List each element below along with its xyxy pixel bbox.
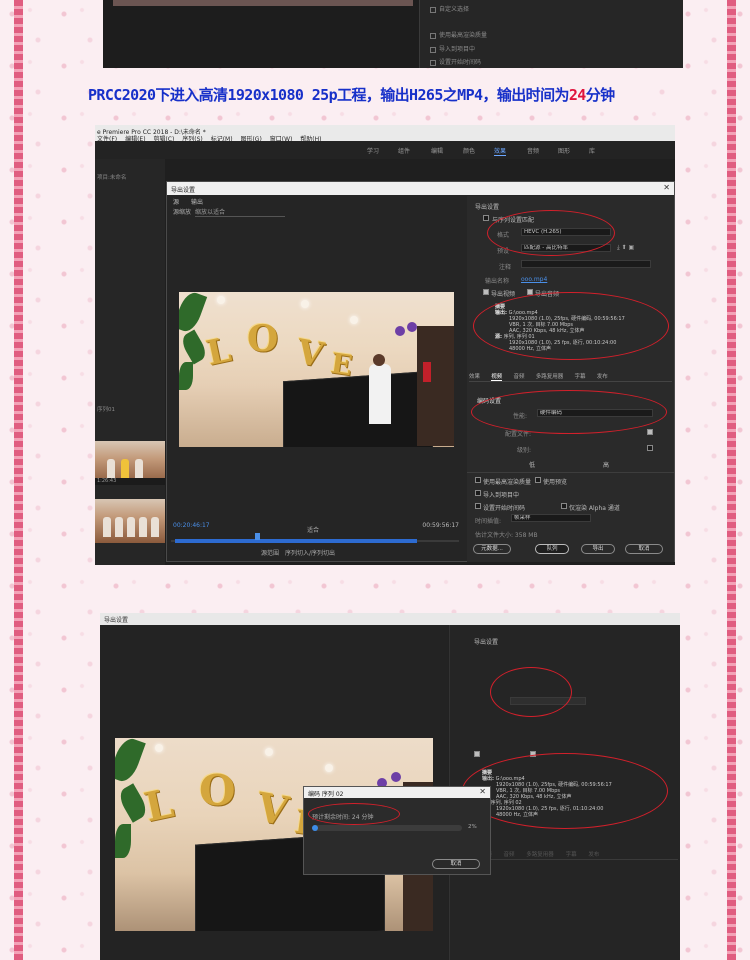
- profile-checkbox[interactable]: [647, 429, 653, 435]
- tab-source[interactable]: 源: [173, 199, 179, 206]
- source-range-select[interactable]: 序列切入/序列切出: [285, 550, 335, 557]
- workspace-editing[interactable]: 编辑: [431, 146, 443, 155]
- output-name-link[interactable]: ooo.mp4: [521, 276, 547, 283]
- workspace-assembly[interactable]: 组件: [398, 146, 410, 155]
- caption-highlight: 24: [568, 86, 586, 104]
- source-scaling: 源缩放 缩放以适合: [173, 207, 286, 217]
- subtab-captions[interactable]: 字幕: [575, 374, 586, 380]
- export-settings-panel: 导出设置 与序列设置匹配 格式 HEVC (H.265) 预设 匹配源 - 高比…: [467, 196, 674, 562]
- quality-low-label: 低: [529, 462, 536, 469]
- comment-field[interactable]: [521, 260, 651, 268]
- workspace-effects[interactable]: 效果: [494, 146, 507, 156]
- subtab-publish[interactable]: 发布: [597, 374, 608, 380]
- export-button[interactable]: 导出: [581, 544, 615, 554]
- metadata-button[interactable]: 元数据...: [473, 544, 511, 554]
- zoom-select[interactable]: 适合: [307, 525, 319, 534]
- time-interpolation-select[interactable]: 帧采样: [511, 514, 591, 522]
- source-range: 源范围 序列切入/序列切出: [261, 550, 336, 557]
- encoding-progress-screenshot: 导出设置 L O V E 导出设置 摘要 输出: G:\ooo.mp4: [100, 613, 680, 960]
- encoding-progress-fill: [312, 825, 318, 831]
- caption-text: PRCC2020下进入高清1920x1080 25p工程，输出H265之MP4，…: [88, 86, 615, 104]
- settings-subtabs: 效果 视频 音频 多路复用器 字幕 发布: [458, 850, 678, 860]
- tab-output[interactable]: 输出: [191, 199, 203, 206]
- export-video-checkbox[interactable]: [483, 289, 489, 295]
- option-row[interactable]: 使用最高渲染质量: [430, 30, 610, 39]
- video-preview-edge: [113, 0, 413, 6]
- dialog-title: 导出设置: [100, 613, 680, 625]
- right-border-stripe: [727, 0, 736, 960]
- subtab-effects[interactable]: 效果: [469, 374, 480, 380]
- annotation-ellipse: [487, 210, 615, 256]
- encoding-progress-dialog: 编码 序列 02 ✕ 预计剩余时间: 24 分钟 2% 取消: [303, 786, 491, 875]
- cancel-encoding-button[interactable]: 取消: [432, 859, 480, 869]
- source-scaling-select[interactable]: 缩放以适合: [195, 207, 286, 217]
- annotation-ellipse: [471, 390, 667, 434]
- subtab-audio[interactable]: 音频: [514, 374, 525, 380]
- queue-button[interactable]: 队列: [535, 544, 569, 554]
- workspace-audio[interactable]: 音频: [527, 146, 539, 155]
- quality-high-label: 高: [603, 462, 610, 469]
- clip-thumbnail[interactable]: [95, 499, 165, 543]
- dialog-title: 导出设置: [167, 182, 674, 195]
- sequence-label: 序列01: [97, 407, 115, 413]
- save-preset-icon[interactable]: ⤓ ⬆ ▣: [617, 244, 634, 252]
- workspace-libraries[interactable]: 库: [589, 146, 595, 155]
- timecode-out: 00:59:56:17: [422, 522, 459, 529]
- encoding-progress-bar: [312, 825, 462, 831]
- settings-header: 导出设置: [474, 639, 499, 646]
- workspace-learn[interactable]: 学习: [367, 146, 379, 155]
- close-icon[interactable]: ✕: [479, 787, 486, 796]
- clip-thumbnail[interactable]: 1:26:43: [95, 441, 165, 485]
- use-previews-checkbox[interactable]: [535, 477, 541, 483]
- timecode-in: 00:20:46:17: [173, 522, 210, 529]
- settings-header: 导出设置: [475, 204, 500, 211]
- option-row[interactable]: 设置开始时间码: [430, 57, 610, 66]
- left-border-stripe: [14, 0, 23, 960]
- export-settings-dialog: 导出设置 ✕ 源 输出 源缩放 缩放以适合 L O V E 00:20:46:1…: [166, 181, 675, 562]
- subtab-multiplexer[interactable]: 多路复用器: [536, 374, 564, 380]
- top-partial-screenshot: 自定义选择 使用最高渲染质量 导入到项目中 设置开始时间码: [103, 0, 683, 68]
- subtab-video[interactable]: 视频: [491, 374, 503, 381]
- playhead-handle[interactable]: [255, 533, 260, 540]
- settings-panel-partial: 自定义选择 使用最高渲染质量 导入到项目中 设置开始时间码: [419, 0, 683, 68]
- estimated-file-size: 估计文件大小: 358 MB: [475, 532, 538, 539]
- workspace-color[interactable]: 颜色: [463, 146, 475, 155]
- annotation-ellipse: [473, 292, 669, 360]
- import-into-project-checkbox[interactable]: [475, 490, 481, 496]
- option-row[interactable]: 导入到项目中: [430, 44, 610, 53]
- set-start-timecode-checkbox[interactable]: [475, 503, 481, 509]
- workspace-graphics[interactable]: 图形: [558, 146, 570, 155]
- close-icon[interactable]: ✕: [663, 183, 670, 192]
- video-preview: L O V E: [179, 292, 454, 447]
- cancel-button[interactable]: 取消: [625, 544, 663, 554]
- encoding-dialog-title: 编码 序列 02: [304, 787, 490, 798]
- alpha-only-checkbox[interactable]: [561, 503, 567, 509]
- project-label: 项目:未命名: [97, 175, 127, 181]
- max-render-quality-checkbox[interactable]: [475, 477, 481, 483]
- annotation-ellipse: [462, 753, 668, 829]
- dialog-tabs: 源 输出: [173, 197, 213, 206]
- option-row[interactable]: 自定义选择: [430, 4, 610, 13]
- annotation-ellipse: [308, 803, 400, 825]
- settings-subtabs: 效果 视频 音频 多路复用器 字幕 发布: [469, 372, 672, 382]
- level-checkbox[interactable]: [647, 445, 653, 451]
- match-sequence-checkbox[interactable]: [483, 215, 489, 221]
- project-panel: 项目:未命名 序列01 1:26:43: [95, 159, 165, 565]
- premiere-export-screenshot: e Premiere Pro CC 2018 - D:\未命名 * 文件(F) …: [95, 125, 675, 565]
- app-titlebar: e Premiere Pro CC 2018 - D:\未命名 * 文件(F) …: [95, 125, 675, 143]
- annotation-ellipse: [490, 667, 572, 717]
- export-video-checkbox[interactable]: [474, 751, 480, 757]
- progress-percent: 2%: [468, 824, 477, 830]
- workspace-bar: 学习 组件 编辑 颜色 效果 音频 图形 库: [95, 141, 675, 159]
- timeline-range[interactable]: [175, 539, 417, 543]
